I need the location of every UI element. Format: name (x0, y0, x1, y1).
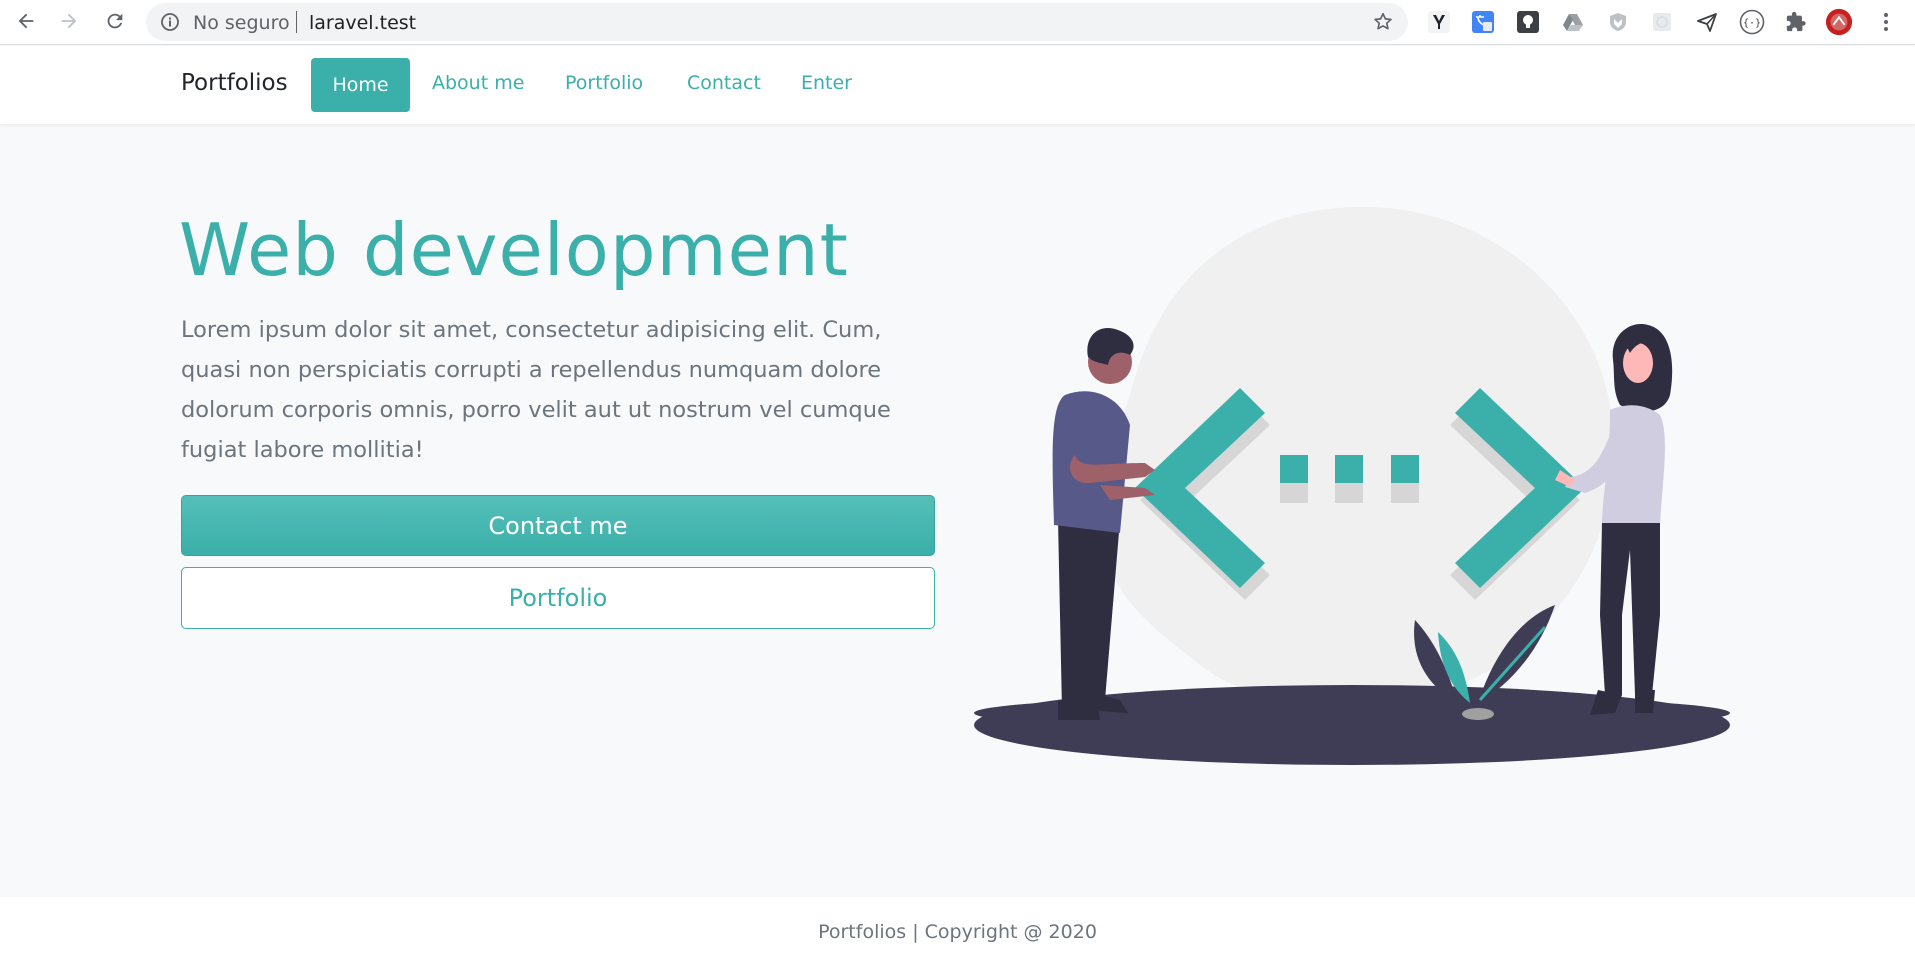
nav-enter[interactable]: Enter (801, 72, 852, 94)
send-extension-icon[interactable] (1693, 8, 1721, 36)
drive-extension-icon[interactable] (1559, 8, 1587, 36)
contact-me-button[interactable]: Contact me (181, 495, 935, 556)
web-development-illustration (974, 206, 1730, 765)
translate-extension-icon[interactable] (1469, 8, 1497, 36)
menu-dots-icon[interactable] (1872, 8, 1900, 36)
shield-extension-icon[interactable] (1604, 8, 1632, 36)
hero-title: Web development (179, 208, 849, 292)
address-bar[interactable]: No seguro laravel.test (146, 3, 1408, 41)
nav-home[interactable]: Home (311, 58, 410, 112)
star-icon[interactable] (1372, 11, 1394, 33)
svg-text:{·}: {·} (1743, 18, 1761, 29)
dot-1 (1280, 455, 1308, 483)
code-extension-icon[interactable]: {·} (1738, 8, 1766, 36)
grid-extension-icon[interactable] (1648, 8, 1676, 36)
forward-icon[interactable] (55, 7, 83, 35)
lightbulb-extension-icon[interactable] (1514, 8, 1542, 36)
url-text[interactable]: laravel.test (309, 12, 416, 34)
portfolio-button[interactable]: Portfolio (181, 567, 935, 629)
dot-2 (1335, 455, 1363, 483)
profile-avatar-icon[interactable] (1825, 8, 1853, 36)
dot-3 (1391, 455, 1419, 483)
nav-portfolio[interactable]: Portfolio (565, 72, 643, 94)
security-label: No seguro (193, 12, 290, 34)
puzzle-icon[interactable] (1782, 8, 1810, 36)
brand-link[interactable]: Portfolios (181, 70, 288, 96)
info-icon[interactable] (160, 12, 180, 32)
browser-toolbar: No seguro laravel.test {·} (0, 0, 1915, 45)
back-icon[interactable] (12, 7, 40, 35)
footer-copyright: Portfolios | Copyright @ 2020 (818, 921, 1097, 943)
hero-description: Lorem ipsum dolor sit amet, consectetur … (181, 317, 891, 463)
yandex-extension-icon[interactable] (1425, 8, 1453, 36)
nav-contact[interactable]: Contact (687, 72, 761, 94)
address-separator (296, 11, 297, 33)
site-navbar: Portfolios Home About me Portfolio Conta… (0, 46, 1915, 124)
reload-icon[interactable] (101, 7, 129, 35)
nav-about-me[interactable]: About me (432, 72, 524, 94)
site-footer: Portfolios | Copyright @ 2020 (0, 897, 1915, 957)
